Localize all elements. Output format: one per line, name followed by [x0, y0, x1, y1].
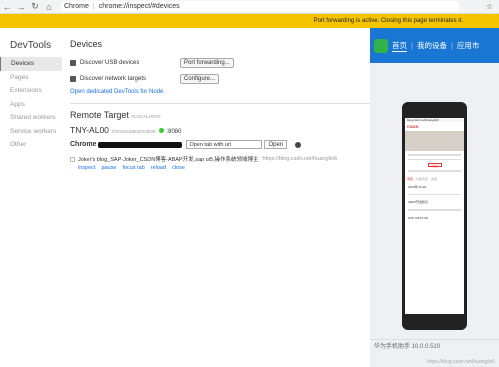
phone-tabs: 博客 分类专栏 资源	[405, 175, 464, 183]
phone-csdn-brand: CSDN	[407, 124, 419, 129]
device-name: TNY-AL00	[70, 125, 109, 135]
phone-post: 2020年 PLAN	[408, 184, 427, 189]
nav-app-market[interactable]: 应用市	[457, 40, 480, 51]
nav-my-devices[interactable]: 我的设备	[417, 40, 447, 51]
home-icon[interactable]: ⌂	[42, 0, 56, 14]
phone-screen[interactable]: blog.csdn.net/huanglin6 CSDN 关注 博客 分类专栏 …	[405, 118, 464, 314]
remote-target-sub: #LOCALHOST	[131, 114, 162, 119]
sidebar: DevTools Devices Pages Extensions Apps S…	[0, 28, 62, 367]
nav-home[interactable]: 首页	[392, 40, 407, 52]
browser-label: Chrome	[70, 141, 97, 148]
focus-tab-link[interactable]: focus tab	[122, 165, 144, 171]
phone-tab-columns: 分类专栏	[416, 176, 429, 181]
phone-post: SAP UI5 PLAN	[408, 215, 429, 220]
divider	[70, 103, 370, 104]
open-button[interactable]: Open	[264, 140, 288, 149]
url-text: chrome://inspect/#devices	[98, 3, 180, 10]
sidebar-item-shared-workers[interactable]: Shared workers	[0, 111, 62, 125]
device-serial: #2XS0218803003509	[111, 129, 156, 134]
bookmark-star-icon[interactable]: ☆	[486, 2, 493, 11]
phone-tab-blog: 博客	[407, 176, 414, 181]
reload-icon[interactable]: ↻	[28, 0, 42, 14]
back-icon[interactable]: ←	[0, 0, 14, 14]
devices-heading: Devices	[70, 39, 103, 49]
network-label: Discover network targets	[80, 76, 147, 82]
remote-target-title: Remote Target	[70, 110, 129, 120]
banner-text: Port forwarding is active. Closing this …	[313, 18, 463, 24]
usb-label: Discover USB devices	[80, 60, 140, 66]
main-content: Devices Discover USB devices Port forwar…	[70, 28, 370, 171]
port-status-icon	[159, 128, 165, 133]
phone-assistant-header: 首页 | 我的设备 | 应用市	[370, 28, 499, 63]
inspect-link[interactable]: inspect	[78, 165, 95, 171]
pause-link[interactable]: pause	[101, 165, 116, 171]
sidebar-item-pages[interactable]: Pages	[0, 71, 62, 85]
watermark: https://blog.csdn.net/huanglin6	[427, 359, 495, 365]
info-icon[interactable]	[295, 141, 302, 148]
phone-follow-button: 关注	[427, 163, 442, 168]
phone-mirror[interactable]: blog.csdn.net/huanglin6 CSDN 关注 博客 分类专栏 …	[402, 102, 467, 330]
tab-favicon-icon	[70, 156, 75, 162]
phone-text-line	[408, 154, 461, 156]
forward-icon[interactable]: →	[14, 0, 28, 14]
phone-text-line	[408, 170, 461, 172]
reload-link[interactable]: reload	[151, 165, 166, 171]
port-forwarding-banner: Port forwarding is active. Closing this …	[0, 14, 499, 28]
sidebar-item-extensions[interactable]: Extensions	[0, 84, 62, 98]
port-forwarding-button[interactable]: Port forwarding...	[180, 58, 234, 68]
app-logo-icon	[374, 38, 388, 53]
remote-target-heading: Remote Target #LOCALHOST	[70, 110, 370, 120]
phone-text-line	[408, 209, 461, 211]
remote-tab-url: https://blog.csdn.net/huanglin6	[262, 156, 338, 162]
phone-post: ABAP开发知识	[408, 200, 429, 204]
device-entry: TNY-AL00 #2XS0218803003509 :8080	[70, 125, 370, 135]
device-port: :8080	[166, 129, 182, 135]
phone-text-line	[408, 193, 461, 195]
sidebar-title: DevTools	[10, 40, 52, 51]
phone-follow-label: 关注	[431, 164, 438, 168]
phone-text-line	[408, 158, 461, 160]
network-checkbox[interactable]	[70, 76, 76, 82]
sidebar-item-other[interactable]: Other	[0, 138, 62, 152]
sidebar-item-service-workers[interactable]: Service workers	[0, 125, 62, 139]
phone-assistant-footer: 华为手机助手 10.0.0.510	[370, 339, 499, 353]
nav-separator: |	[411, 41, 413, 50]
tab-actions: inspect pause focus tab reload close	[78, 165, 370, 171]
phone-assistant-panel: 首页 | 我的设备 | 应用市 blog.csdn.net/huanglin6 …	[370, 28, 499, 367]
browser-toolbar: ← → ↻ ⌂ Chrome | chrome://inspect/#devic…	[0, 0, 499, 14]
configure-button[interactable]: Configure...	[180, 74, 220, 84]
node-devtools-link[interactable]: Open dedicated DevTools for Node	[70, 89, 370, 95]
phone-hero-banner	[405, 131, 464, 151]
remote-tab-title: Joker's blog_SAP-Joker_CSDN博客-ABAP开发,sap…	[78, 157, 259, 163]
sidebar-item-apps[interactable]: Apps	[0, 98, 62, 112]
usb-checkbox[interactable]	[70, 60, 76, 66]
phone-tab-resources: 资源	[431, 176, 438, 181]
omni-separator: |	[92, 3, 95, 10]
redacted-version	[98, 141, 183, 148]
close-link[interactable]: close	[172, 165, 185, 171]
chrome-label: Chrome	[64, 3, 89, 10]
nav-separator-2: |	[450, 41, 453, 50]
address-bar[interactable]: Chrome | chrome://inspect/#devices	[60, 1, 460, 12]
remote-tab: Joker's blog_SAP-Joker_CSDN博客-ABAP开发,sap…	[70, 155, 370, 163]
open-tab-input[interactable]: Open tab with url	[186, 140, 263, 149]
browser-row: Chrome Open tab with url Open	[70, 140, 370, 149]
sidebar-item-devices[interactable]: Devices	[0, 57, 62, 71]
